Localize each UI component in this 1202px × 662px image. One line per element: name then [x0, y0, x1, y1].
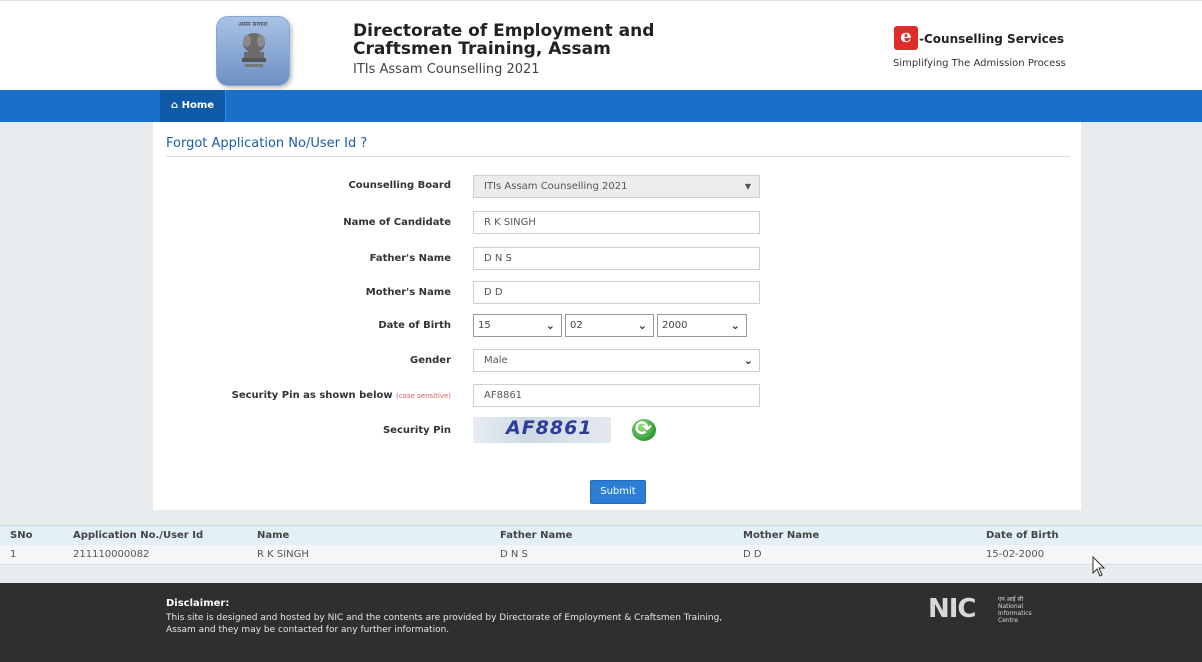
table-row[interactable]: 1 211110000082 R K SINGH D N S D D 15-02… [0, 545, 1202, 565]
submit-button[interactable]: Submit [590, 480, 646, 504]
ashoka-emblem-icon [242, 33, 266, 67]
site-title: Directorate of Employment and Craftsmen … [353, 21, 655, 59]
gender-label: Gender [410, 355, 451, 366]
col-header-appno: Application No./User Id [73, 530, 204, 541]
dob-year-value: 2000 [662, 320, 688, 331]
captcha-image: AF8861 [473, 417, 611, 443]
col-header-father: Father Name [500, 530, 573, 541]
nic-logo-text: NIC [928, 594, 977, 624]
dob-day-value: 15 [478, 320, 491, 331]
dob-month-value: 02 [570, 320, 583, 331]
nav-home-label: Home [181, 100, 215, 111]
nic-caption-text: National Informatics Centre [998, 603, 1032, 624]
dob-day-select[interactable]: 15 ⌄ [473, 314, 562, 337]
forgot-appno-form-panel: Forgot Application No/User Id ? Counsell… [153, 122, 1081, 510]
counselling-board-value: ITIs Assam Counselling 2021 [484, 181, 628, 192]
site-subtitle: ITIs Assam Counselling 2021 [353, 62, 540, 77]
col-header-mother: Mother Name [743, 530, 820, 541]
col-header-name: Name [257, 530, 290, 541]
emblem-text: असम सरकार [238, 21, 268, 28]
security-pin-input-label-text: Security Pin as shown below [231, 390, 393, 401]
cell-appno: 211110000082 [73, 549, 150, 560]
nic-hindi-text: एन आई सी [998, 596, 1024, 603]
security-pin-input-label: Security Pin as shown below (case sensit… [232, 390, 451, 401]
caret-down-icon: ▼ [744, 182, 751, 191]
title-divider [166, 156, 1070, 157]
nic-logo-caption: एन आई सी National Informatics Centre [998, 596, 1042, 624]
main-navbar: ⌂ Home [0, 90, 1202, 122]
father-name-label: Father's Name [369, 253, 451, 264]
cell-name: R K SINGH [257, 549, 309, 560]
dob-year-select[interactable]: 2000 ⌄ [657, 314, 747, 337]
nav-home-link[interactable]: ⌂ Home [160, 90, 226, 122]
home-icon: ⌂ [170, 100, 179, 111]
form-title: Forgot Application No/User Id ? [166, 136, 368, 151]
disclaimer-text: This site is designed and hosted by NIC … [166, 613, 723, 635]
chevron-down-icon: ⌄ [637, 319, 647, 332]
cell-sno: 1 [10, 549, 17, 560]
site-header: असम सरकार Directorate of Employment and … [0, 0, 1202, 90]
e-counselling-tagline: Simplifying The Admission Process [893, 58, 1066, 69]
counselling-board-select[interactable]: ITIs Assam Counselling 2021 ▼ [473, 175, 760, 198]
nic-logo: NIC एन आई सी National Informatics Centre [928, 594, 1048, 624]
chevron-down-icon: ⌄ [743, 354, 753, 367]
site-footer: Disclaimer: This site is designed and ho… [0, 583, 1202, 662]
captcha-text: AF8861 [506, 417, 593, 439]
mouse-pointer-icon [1092, 556, 1106, 577]
chevron-down-icon: ⌄ [730, 319, 740, 332]
table-header-row: SNo Application No./User Id Name Father … [0, 525, 1202, 545]
security-pin-input[interactable]: AF8861 [473, 384, 760, 407]
disclaimer-heading: Disclaimer: [166, 598, 230, 609]
col-header-sno: SNo [10, 530, 33, 541]
refresh-icon[interactable] [632, 416, 656, 441]
mother-name-input[interactable]: D D [473, 281, 760, 304]
cell-mother: D D [743, 549, 762, 560]
chevron-down-icon: ⌄ [545, 319, 555, 332]
mother-name-label: Mother's Name [365, 287, 451, 298]
gender-select[interactable]: Male ⌄ [473, 349, 760, 372]
case-sensitive-hint: (case sensitive) [396, 392, 451, 400]
candidate-name-input[interactable]: R K SINGH [473, 211, 760, 234]
assam-govt-emblem-logo: असम सरकार [216, 16, 290, 86]
e-counselling-title: -Counselling Services [919, 32, 1065, 46]
e-counselling-logo-icon: e [894, 26, 918, 50]
counselling-board-label: Counselling Board [348, 180, 451, 191]
cell-dob: 15-02-2000 [986, 549, 1045, 560]
candidate-name-label: Name of Candidate [343, 217, 451, 228]
father-name-input[interactable]: D N S [473, 247, 760, 270]
col-header-dob: Date of Birth [986, 530, 1059, 541]
gender-value: Male [484, 355, 508, 366]
security-pin-label: Security Pin [382, 425, 451, 436]
cell-father: D N S [500, 549, 528, 560]
dob-month-select[interactable]: 02 ⌄ [565, 314, 654, 337]
dob-label: Date of Birth [378, 320, 451, 331]
